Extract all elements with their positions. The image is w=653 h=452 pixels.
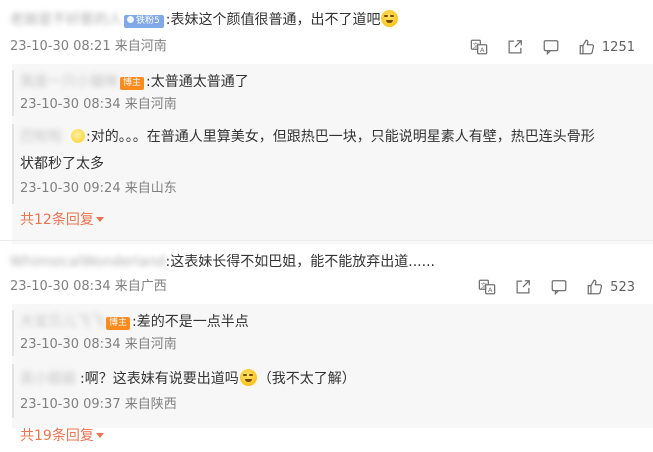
comment-actions: 文A 523 (462, 276, 635, 298)
comment-meta: 23-10-30 08:21 来自河南 (10, 39, 167, 54)
comment-icon[interactable] (540, 36, 562, 58)
reply-line: 大宝贝儿飞飞 博主:差的不是一点半点 (20, 312, 249, 332)
reply-text-suffix: （我不太了解） (257, 371, 356, 387)
reply-meta: 23-10-30 08:34 来自河南 (20, 97, 177, 112)
chevron-down-icon (95, 217, 104, 222)
reply-meta: 23-10-30 09:24 来自山东 (20, 181, 177, 196)
comment-text: :表妹这个颜值很普通，出不了道吧 (165, 12, 381, 28)
like-button[interactable]: 1251 (578, 36, 635, 58)
like-count: 1251 (601, 39, 635, 55)
more-replies-link[interactable]: 共19条回复 (20, 426, 104, 446)
username[interactable]: WhimsicalWonderland (10, 252, 166, 272)
share-icon[interactable] (512, 276, 534, 298)
more-replies-link[interactable]: 共12条回复 (20, 210, 104, 230)
comment-actions: 文A 1251 (454, 36, 635, 58)
svg-text:A: A (488, 287, 493, 294)
comment-line: WhimsicalWonderland:这表妹长得不如巴姐，能不能放弃出道...… (10, 252, 435, 272)
reply-username[interactable]: 大宝贝儿飞飞 (20, 312, 104, 332)
reply-text: :太普通太普通了 (146, 74, 249, 90)
smile-emoji-icon (71, 129, 85, 143)
like-button[interactable]: 523 (586, 276, 635, 298)
comment-line: 老娘是不好惹的人 铁粉5 :表妹这个颜值很普通，出不了道吧 (10, 10, 399, 30)
laugh-cry-emoji-icon (239, 369, 257, 386)
reply-text: :啊？这表妹有说要出道吗 (80, 371, 239, 387)
comment-icon[interactable] (548, 276, 570, 298)
username[interactable]: 老娘是不好惹的人 (10, 10, 122, 30)
reply-text-continued: 状都秒了太多 (20, 156, 104, 172)
reply-divider (12, 310, 14, 356)
fans-badge-label: 铁粉5 (136, 16, 160, 26)
blogger-badge: 博主 (120, 77, 145, 90)
chevron-down-icon (95, 433, 104, 438)
translate-icon[interactable]: 文A (468, 36, 490, 58)
reply-username[interactable]: 吴小姐姐 (20, 369, 80, 389)
more-replies-label: 共12条回复 (20, 212, 94, 228)
reply-username[interactable]: 巴啦啦 (20, 127, 70, 147)
reply-text: :差的不是一点半点 (132, 314, 249, 330)
blogger-badge: 博主 (106, 317, 131, 330)
fans-badge: 铁粉5 (124, 15, 164, 28)
translate-icon[interactable]: 文A (476, 276, 498, 298)
like-icon (587, 279, 603, 295)
reply-meta: 23-10-30 09:37 来自陕西 (20, 397, 177, 412)
share-icon[interactable] (504, 36, 526, 58)
reply-meta: 23-10-30 08:34 来自河南 (20, 337, 177, 352)
comment-text: :这表妹长得不如巴姐，能不能放弃出道...... (165, 254, 435, 270)
like-count: 523 (610, 279, 635, 295)
comment-divider (0, 240, 653, 241)
svg-text:A: A (480, 47, 485, 54)
svg-text:文: 文 (473, 40, 480, 49)
reply-line: 巴啦啦 :对的。。。在普通人里算美女，但跟热巴一块，只能说明星素人有壁，热巴连头骨… (20, 127, 595, 147)
comment-meta: 23-10-30 08:34 来自广西 (10, 279, 167, 294)
reply-divider (12, 70, 14, 116)
reply-text: :对的。。。在普通人里算美女，但跟热巴一块，只能说明星素人有壁，热巴连头骨形 (86, 129, 595, 145)
reply-divider (12, 124, 14, 204)
reply-username[interactable]: 我是一只小猫咪 (20, 72, 118, 92)
reply-divider (12, 364, 14, 418)
reply-line: 吴小姐姐:啊？这表妹有说要出道吗 （我不太了解） (20, 369, 356, 389)
fan-icon (127, 16, 134, 23)
more-replies-label: 共19条回复 (20, 428, 94, 444)
svg-text:文: 文 (481, 280, 488, 289)
laugh-cry-emoji-icon (381, 10, 399, 27)
reply-line: 我是一只小猫咪 博主:太普通太普通了 (20, 72, 249, 92)
like-icon (579, 39, 594, 55)
